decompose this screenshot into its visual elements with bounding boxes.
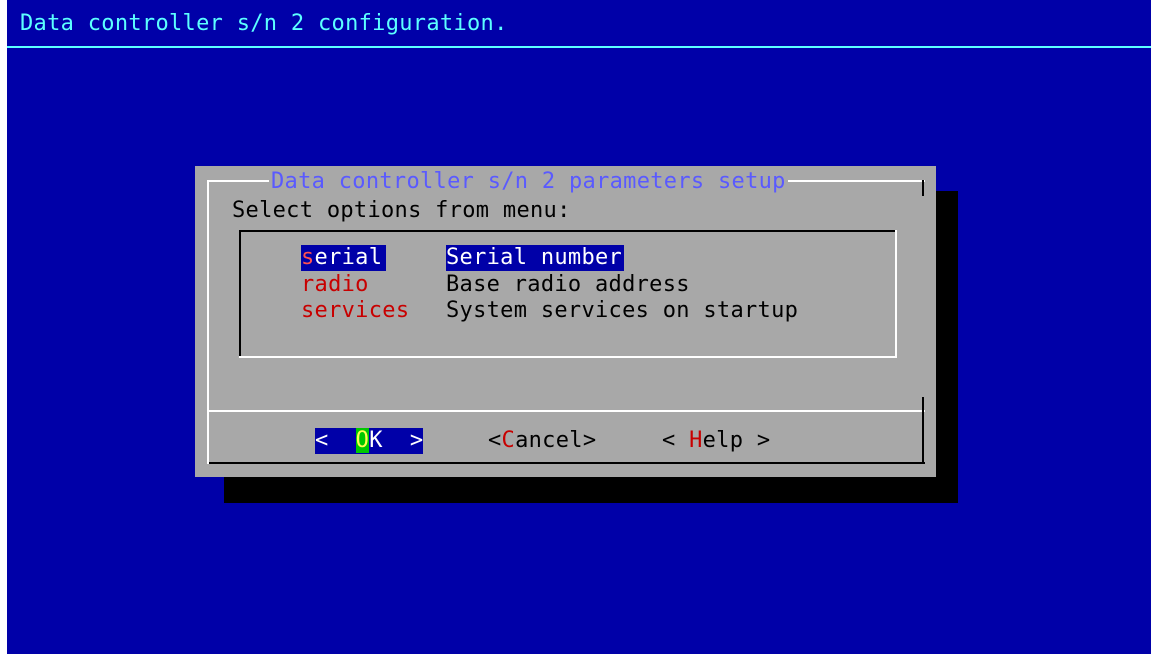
menu-item-tag-rest: erial [314, 245, 383, 270]
menu-item-description: Serial number [446, 245, 625, 271]
menu-item-hotkey: s [301, 245, 315, 270]
dialog-border-corner-top-right [922, 180, 924, 196]
cancel-button-hotkey: C [501, 428, 516, 453]
menu-item-services[interactable]: services System services on startup [301, 298, 798, 324]
menu-list-border-left [239, 230, 241, 358]
dialog-button-bar: < OK > <Cancel> < Help > [195, 426, 936, 454]
dialog-prompt: Select options from menu: [232, 198, 571, 223]
menu-item-description: Base radio address [446, 272, 690, 297]
cancel-button[interactable]: <Cancel> [488, 428, 596, 454]
menu-list-border-top [239, 230, 897, 232]
help-button-hotkey: H [689, 428, 703, 453]
cancel-button-rest: ancel> [515, 428, 597, 453]
terminal-screen: Data controller s/n 2 configuration. Dat… [7, 0, 1151, 654]
ok-button-rest: K > [369, 428, 424, 453]
help-button-left: < [662, 428, 690, 453]
ok-button[interactable]: < OK > [315, 428, 424, 454]
ok-button-hotkey: O [355, 428, 370, 453]
menu-item-description: System services on startup [446, 298, 799, 323]
menu-item-radio[interactable]: radio Base radio address [301, 272, 690, 298]
dialog-border-left [207, 180, 209, 464]
menu-item-serial[interactable]: serial Serial number [301, 245, 625, 271]
menu-item-tag: serial [301, 245, 387, 271]
menu-item-tag-rest: adio [314, 272, 369, 297]
menu-item-tag: radio [301, 272, 369, 298]
menu-item-hotkey: s [301, 298, 315, 323]
help-button-rest: elp > [702, 428, 771, 453]
menu-dialog: Data controller s/n 2 parameters setup S… [195, 166, 936, 477]
menu-item-tag: services [301, 298, 409, 324]
dialog-button-separator [207, 410, 925, 412]
cancel-button-left: < [488, 428, 502, 453]
dialog-separator-right [922, 397, 924, 413]
help-button[interactable]: < Help > [662, 428, 770, 454]
backtitle: Data controller s/n 2 configuration. [20, 11, 508, 36]
ok-button-left: < [315, 428, 356, 453]
menu-item-tag-rest: ervices [314, 298, 410, 323]
menu-list-border-right [895, 230, 897, 358]
dialog-title: Data controller s/n 2 parameters setup [269, 168, 788, 196]
backtitle-divider [7, 46, 1151, 48]
menu-item-hotkey: r [301, 272, 315, 297]
dialog-border-bottom [207, 462, 925, 464]
